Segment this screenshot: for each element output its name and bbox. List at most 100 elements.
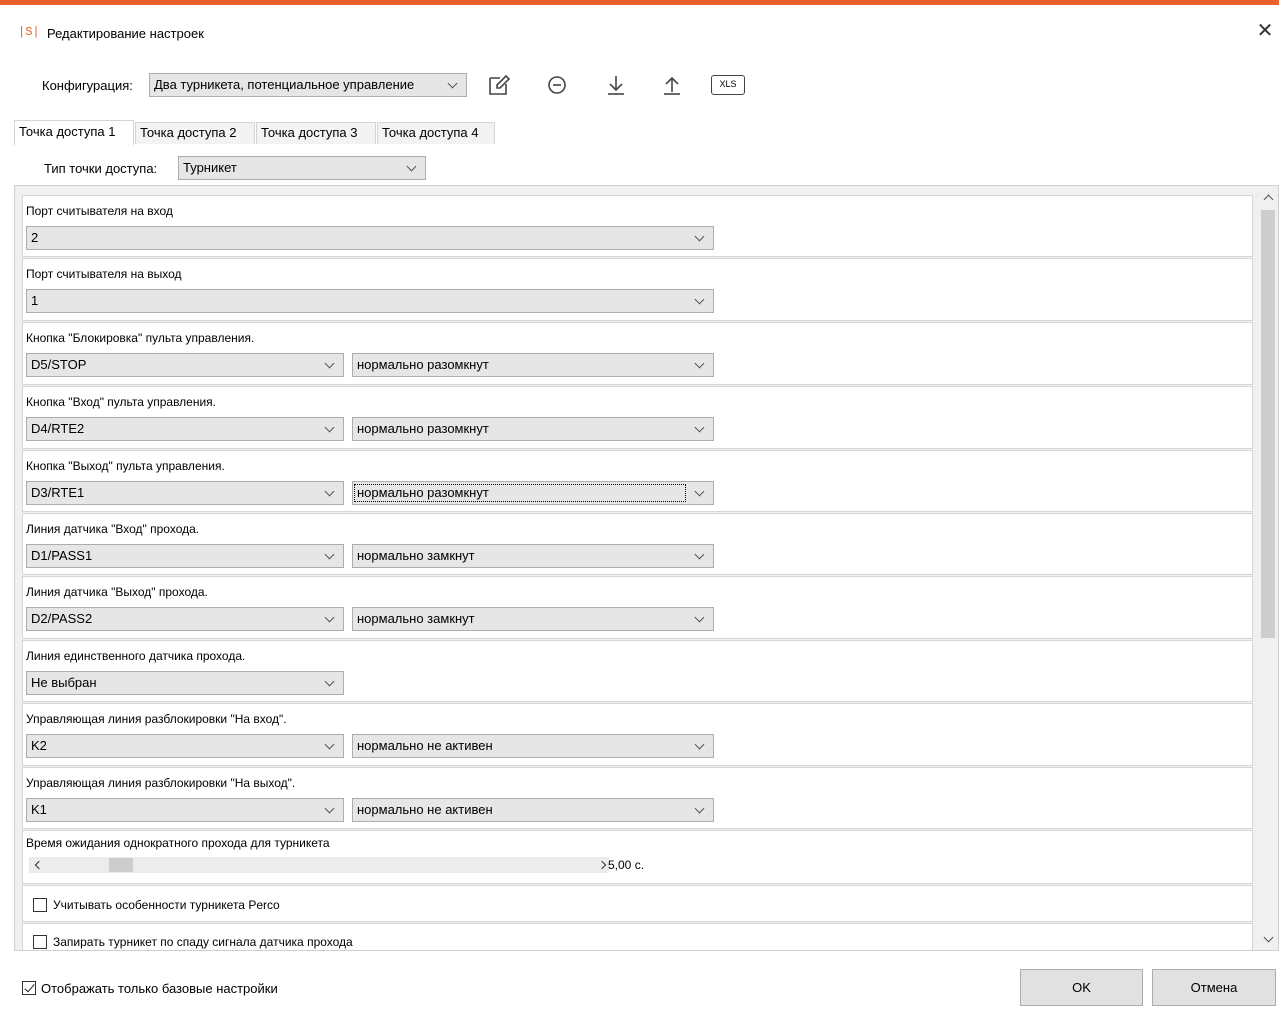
select-value: D4/RTE2 — [31, 421, 85, 436]
cancel-button[interactable]: Отмена — [1152, 969, 1276, 1006]
scroll-up-icon[interactable] — [1258, 188, 1278, 206]
download-icon[interactable] — [603, 72, 629, 98]
unlock-out-mode-select[interactable]: нормально не активен — [352, 798, 714, 822]
setting-row-reader-in: Порт считывателя на вход 2 — [22, 195, 1253, 257]
setting-label: Порт считывателя на вход — [26, 204, 173, 218]
timeout-value: 5,00 с. — [608, 858, 645, 872]
config-select[interactable]: Два турникета, потенциальное управление — [149, 73, 467, 97]
enter-button-mode-select[interactable]: нормально разомкнут — [352, 417, 714, 441]
single-sensor-line-select[interactable]: Не выбран — [26, 671, 344, 695]
remove-icon[interactable] — [544, 72, 570, 98]
setting-row-reader-out: Порт считывателя на выход 1 — [22, 258, 1253, 321]
setting-row-single-sensor: Линия единственного датчика прохода. Не … — [22, 640, 1253, 702]
setting-row-sensor-in: Линия датчика "Вход" прохода. D1/PASS1 н… — [22, 513, 1253, 575]
access-point-type-select[interactable]: Турникет — [178, 156, 426, 180]
tab-access-point-4[interactable]: Точка доступа 4 — [377, 122, 495, 144]
vertical-scrollbar[interactable] — [1258, 186, 1278, 950]
block-button-mode-select[interactable]: нормально разомкнут — [352, 353, 714, 377]
lock-on-fall-checkbox[interactable] — [33, 935, 47, 949]
sensor-in-mode-select[interactable]: нормально замкнут — [352, 544, 714, 568]
basic-only-checkbox[interactable] — [22, 981, 36, 995]
lock-on-fall-checkbox-label: Запирать турникет по спаду сигнала датчи… — [53, 935, 353, 949]
setting-row-enter-button: Кнопка "Вход" пульта управления. D4/RTE2… — [22, 386, 1253, 449]
perco-checkbox-label: Учитывать особенности турникета Perco — [53, 898, 280, 912]
access-point-type-label: Тип точки доступа: — [44, 161, 158, 176]
select-value: 2 — [31, 230, 39, 245]
select-value: нормально замкнут — [357, 548, 475, 563]
exit-button-mode-select[interactable]: нормально разомкнут — [352, 481, 714, 505]
select-value: нормально не активен — [357, 738, 493, 753]
select-value: нормально разомкнут — [357, 421, 489, 436]
setting-label: Линия датчика "Выход" прохода. — [26, 585, 208, 599]
ok-button[interactable]: OK — [1020, 969, 1143, 1006]
config-select-value: Два турникета, потенциальное управление — [154, 77, 415, 92]
chevron-down-icon — [323, 799, 337, 821]
scroll-down-icon[interactable] — [1258, 930, 1278, 948]
chevron-left-icon[interactable] — [31, 857, 45, 873]
access-point-type-value: Турникет — [183, 160, 237, 175]
setting-row-block-button: Кнопка "Блокировка" пульта управления. D… — [22, 322, 1253, 385]
sensor-out-mode-select[interactable]: нормально замкнут — [352, 607, 714, 631]
setting-label: Управляющая линия разблокировки "На вход… — [26, 712, 287, 726]
setting-label: Кнопка "Выход" пульта управления. — [26, 459, 225, 473]
basic-only-label: Отображать только базовые настройки — [41, 981, 278, 996]
chevron-down-icon — [693, 799, 707, 821]
block-button-line-select[interactable]: D5/STOP — [26, 353, 344, 377]
select-value: D5/STOP — [31, 357, 87, 372]
chevron-down-icon — [693, 545, 707, 567]
enter-button-line-select[interactable]: D4/RTE2 — [26, 417, 344, 441]
setting-label: Линия датчика "Вход" прохода. — [26, 522, 200, 536]
chevron-down-icon — [446, 74, 460, 96]
chevron-down-icon — [323, 354, 337, 376]
select-value: D2/PASS2 — [31, 611, 93, 626]
setting-label: Кнопка "Блокировка" пульта управления. — [26, 331, 255, 345]
select-value: 1 — [31, 293, 39, 308]
chevron-down-icon — [693, 227, 707, 249]
chevron-down-icon — [405, 157, 419, 179]
setting-label: Управляющая линия разблокировки "На выхо… — [26, 776, 296, 790]
select-value: нормально не активен — [357, 802, 493, 817]
upload-icon[interactable] — [659, 72, 685, 98]
setting-label: Порт считывателя на выход — [26, 267, 182, 281]
timeout-slider[interactable] — [29, 857, 609, 873]
app-icon: |S| — [18, 25, 40, 39]
setting-row-sensor-out: Линия датчика "Выход" прохода. D2/PASS2 … — [22, 576, 1253, 639]
chevron-down-icon — [693, 482, 707, 504]
reader-out-port-select[interactable]: 1 — [26, 289, 714, 313]
setting-row-exit-button: Кнопка "Выход" пульта управления. D3/RTE… — [22, 450, 1253, 512]
scrollbar-thumb[interactable] — [1261, 210, 1275, 638]
select-value: нормально разомкнут — [357, 357, 489, 372]
chevron-down-icon — [323, 418, 337, 440]
select-value: Не выбран — [31, 675, 97, 690]
chevron-down-icon — [323, 672, 337, 694]
unlock-in-line-select[interactable]: K2 — [26, 734, 344, 758]
tab-access-point-3[interactable]: Точка доступа 3 — [256, 122, 376, 144]
tab-access-point-2[interactable]: Точка доступа 2 — [135, 122, 255, 144]
select-value: D3/RTE1 — [31, 485, 85, 500]
chevron-down-icon — [693, 735, 707, 757]
sensor-out-line-select[interactable]: D2/PASS2 — [26, 607, 344, 631]
config-label: Конфигурация: — [42, 78, 133, 93]
setting-row-unlock-out: Управляющая линия разблокировки "На выхо… — [22, 767, 1253, 829]
setting-row-lock-on-fall: Запирать турникет по спаду сигнала датчи… — [22, 923, 1253, 950]
select-value: нормально разомкнут — [354, 484, 686, 502]
exit-button-line-select[interactable]: D3/RTE1 — [26, 481, 344, 505]
reader-in-port-select[interactable]: 2 — [26, 226, 714, 250]
chevron-down-icon — [323, 735, 337, 757]
slider-thumb[interactable] — [109, 858, 133, 872]
select-value: D1/PASS1 — [31, 548, 93, 563]
xls-export-icon[interactable]: XLS — [711, 75, 745, 95]
chevron-down-icon — [693, 418, 707, 440]
unlock-out-line-select[interactable]: K1 — [26, 798, 344, 822]
sensor-in-line-select[interactable]: D1/PASS1 — [26, 544, 344, 568]
select-value: K2 — [31, 738, 47, 753]
unlock-in-mode-select[interactable]: нормально не активен — [352, 734, 714, 758]
setting-row-unlock-in: Управляющая линия разблокировки "На вход… — [22, 703, 1253, 766]
tab-access-point-1[interactable]: Точка доступа 1 — [14, 120, 134, 145]
edit-icon[interactable] — [486, 72, 512, 98]
chevron-down-icon — [323, 608, 337, 630]
perco-checkbox[interactable] — [33, 898, 47, 912]
window-title: Редактирование настроек — [47, 26, 204, 41]
close-button[interactable]: ✕ — [1254, 20, 1276, 42]
setting-row-timeout: Время ожидания однократного прохода для … — [22, 830, 1253, 884]
